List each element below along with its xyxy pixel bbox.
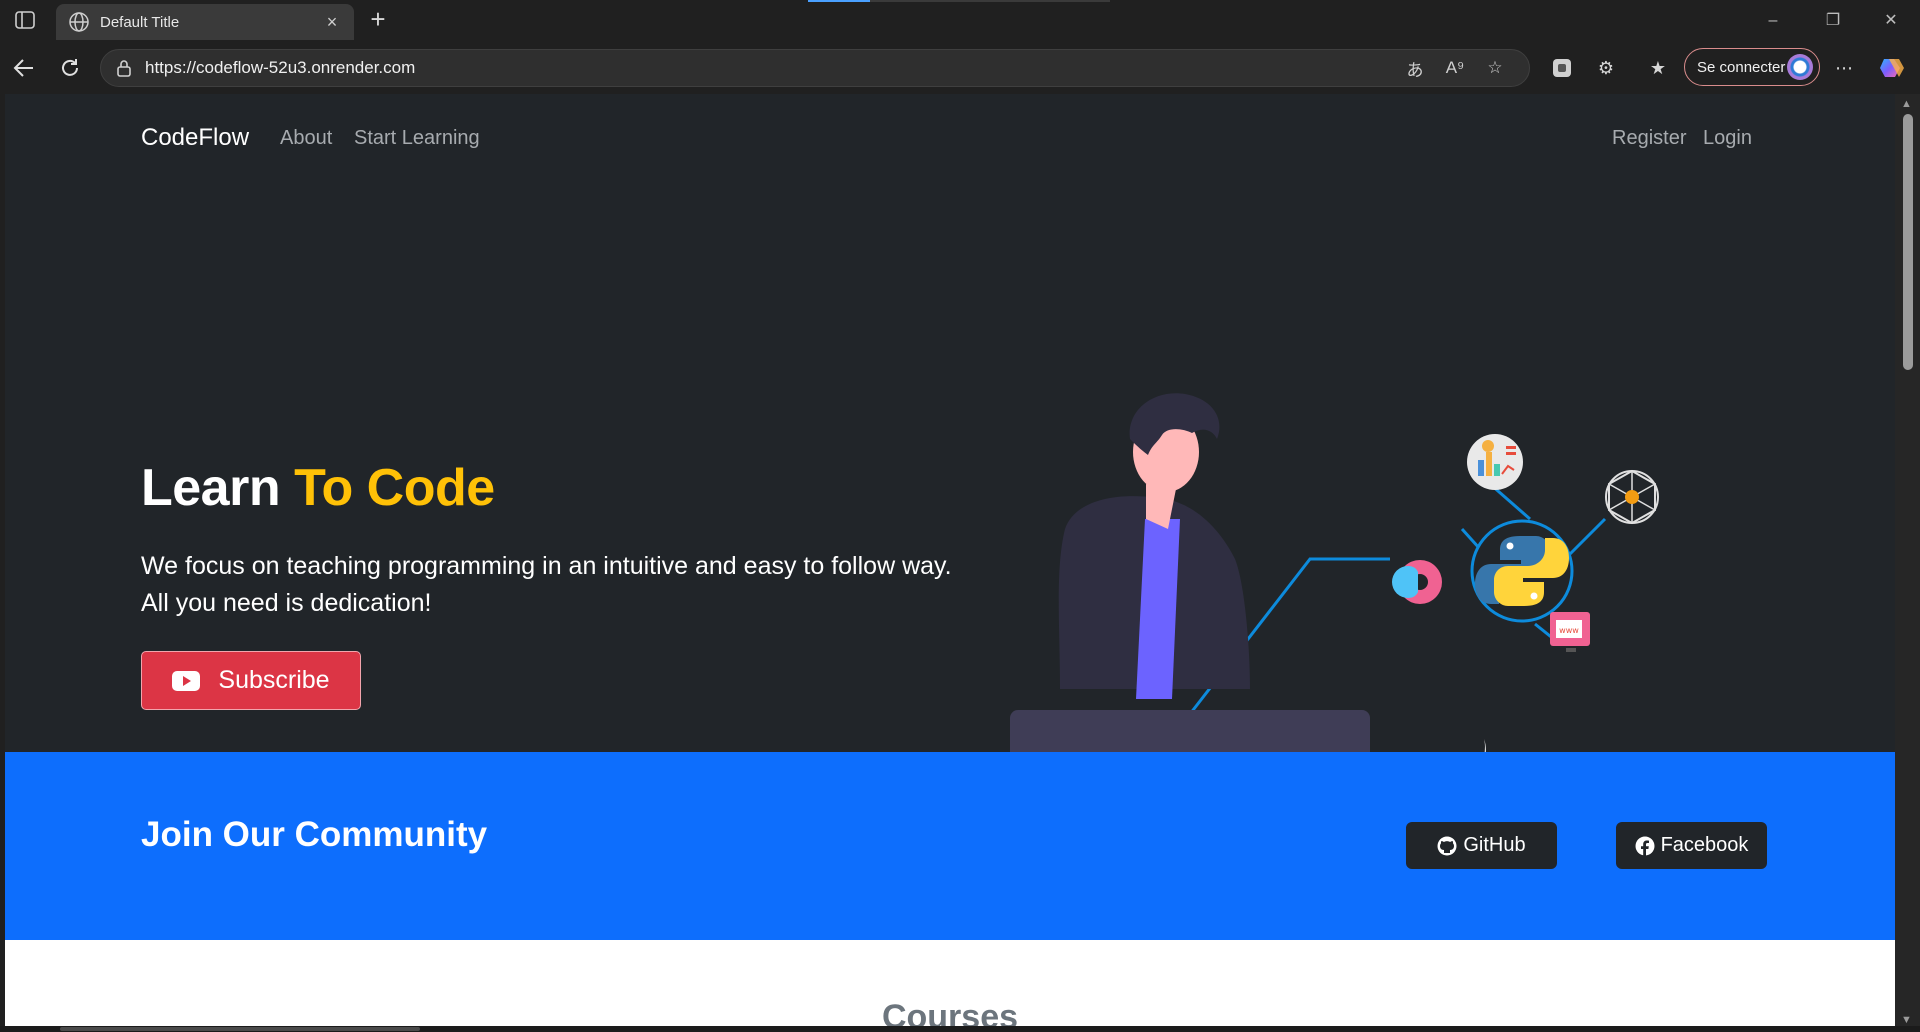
hero-title: Learn To Code — [141, 458, 495, 518]
browser-toolbar: https://codeflow-52u3.onrender.com あ A⁹ … — [0, 46, 1920, 90]
courses-section: Courses — [5, 940, 1895, 1026]
favorites-icon[interactable]: ★ — [1640, 50, 1676, 86]
more-icon[interactable]: ⋯ — [1826, 50, 1862, 86]
extensions-icon[interactable]: ⚙ — [1588, 50, 1624, 86]
site-navbar: CodeFlow About Start Learning Register L… — [5, 94, 1895, 186]
close-tab-icon[interactable]: × — [322, 12, 342, 33]
signin-label: Se connecter — [1697, 58, 1786, 76]
back-icon[interactable] — [6, 50, 42, 86]
nav-about-link[interactable]: About — [280, 127, 332, 150]
hero-title-accent: To Code — [294, 459, 495, 517]
github-button[interactable]: GitHub — [1406, 822, 1557, 869]
github-label: GitHub — [1463, 834, 1526, 856]
new-tab-button[interactable]: + — [364, 6, 392, 34]
scrollbar-thumb[interactable] — [1903, 114, 1913, 370]
subscribe-label: Subscribe — [218, 666, 330, 694]
nav-register-link[interactable]: Register — [1612, 127, 1686, 150]
scroll-down-icon[interactable]: ▼ — [1901, 1014, 1912, 1026]
facebook-icon — [1635, 836, 1655, 856]
refresh-icon[interactable] — [52, 50, 88, 86]
brand-link[interactable]: CodeFlow — [141, 124, 249, 152]
courses-title: Courses — [881, 998, 1019, 1026]
copilot-icon[interactable] — [1874, 50, 1910, 86]
community-section: Join Our Community GitHub Facebook — [5, 752, 1895, 940]
minimize-icon[interactable]: – — [1750, 8, 1796, 34]
tab-title: Default Title — [100, 13, 180, 31]
facebook-button[interactable]: Facebook — [1616, 822, 1767, 869]
lock-icon[interactable] — [115, 59, 133, 77]
profile-extension-icon[interactable] — [1544, 50, 1580, 86]
vertical-scrollbar[interactable]: ▲ ▼ — [1895, 94, 1920, 1026]
tab-bar: Default Title × + – ❐ ✕ — [0, 0, 1920, 40]
url-text[interactable]: https://codeflow-52u3.onrender.com — [145, 58, 1395, 78]
youtube-icon — [172, 670, 201, 691]
tab-strip-divider — [870, 0, 1110, 2]
svg-text:www: www — [1559, 626, 1579, 635]
person-figure — [1058, 393, 1250, 699]
brain-gear-icon — [1392, 560, 1442, 604]
window-close-icon[interactable]: ✕ — [1868, 8, 1914, 34]
read-aloud-icon[interactable]: A⁹ — [1435, 49, 1475, 87]
nav-start-learning-link[interactable]: Start Learning — [354, 127, 480, 150]
hero-description: We focus on teaching programming in an i… — [141, 552, 952, 617]
star-icon[interactable]: ☆ — [1475, 49, 1515, 87]
address-bar[interactable]: https://codeflow-52u3.onrender.com あ A⁹ … — [100, 49, 1530, 87]
page-viewport: CodeFlow About Start Learning Register L… — [5, 94, 1895, 1026]
subscribe-button[interactable]: Subscribe — [141, 651, 361, 710]
horizontal-scrollbar-thumb[interactable] — [60, 1027, 420, 1031]
tab-indicator — [808, 0, 870, 2]
avatar — [1787, 54, 1813, 80]
restore-icon[interactable]: ❐ — [1810, 8, 1856, 34]
globe-icon — [69, 12, 89, 32]
scroll-up-icon[interactable]: ▲ — [1901, 98, 1912, 110]
web-monitor-icon: www — [1550, 612, 1590, 652]
analytics-chart-icon — [1467, 434, 1523, 490]
community-title: Join Our Community — [141, 815, 488, 854]
hero-section: Learn To Code We focus on teaching progr… — [5, 186, 1895, 844]
sidebar-toggle-icon[interactable] — [12, 8, 38, 32]
nav-login-link[interactable]: Login — [1703, 127, 1752, 150]
browser-chrome: Default Title × + – ❐ ✕ https://codeflow… — [0, 0, 1920, 94]
browser-tab[interactable]: Default Title × — [56, 4, 354, 40]
horizontal-scrollbar[interactable] — [0, 1026, 1920, 1032]
signin-button[interactable]: Se connecter — [1684, 48, 1820, 86]
github-icon — [1437, 836, 1457, 855]
python-logo-icon — [1470, 519, 1574, 623]
facebook-label: Facebook — [1660, 834, 1749, 856]
hero-title-main: Learn — [141, 459, 295, 517]
network-globe-icon — [1605, 469, 1659, 525]
translate-icon[interactable]: あ — [1395, 49, 1435, 87]
